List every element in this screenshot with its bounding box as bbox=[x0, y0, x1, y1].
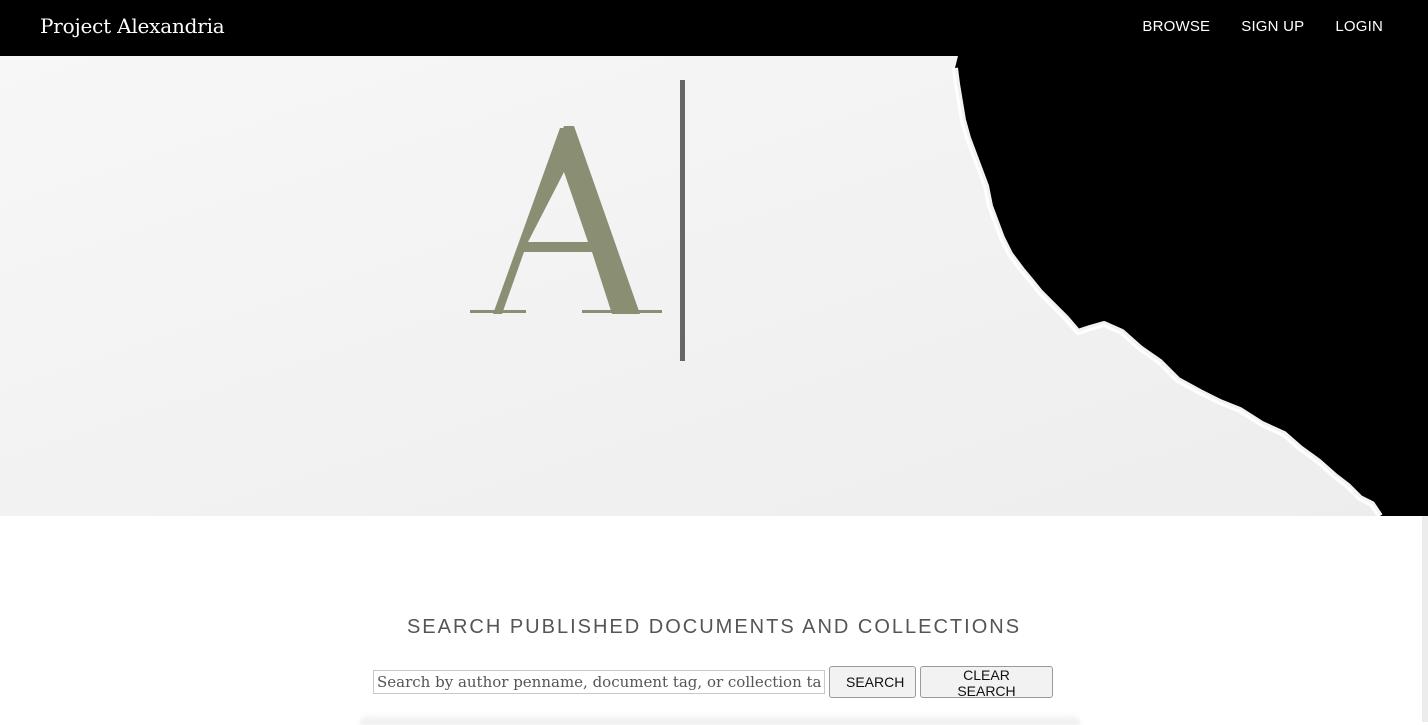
search-form: SEARCH CLEAR SEARCH bbox=[373, 666, 1053, 699]
top-navbar: Project Alexandria BROWSE SIGN UP LOGIN bbox=[0, 0, 1428, 56]
text-cursor-bar bbox=[680, 80, 685, 361]
alexandria-a-logo-icon bbox=[470, 126, 662, 314]
hero-banner bbox=[0, 56, 1428, 516]
nav-links: BROWSE SIGN UP LOGIN bbox=[1142, 18, 1383, 35]
results-card-edge bbox=[360, 713, 1080, 725]
search-section: SEARCH PUBLISHED DOCUMENTS AND COLLECTIO… bbox=[0, 516, 1428, 725]
clear-search-button[interactable]: CLEAR SEARCH bbox=[920, 666, 1053, 699]
search-heading: SEARCH PUBLISHED DOCUMENTS AND COLLECTIO… bbox=[406, 616, 1022, 638]
nav-signup-link[interactable]: SIGN UP bbox=[1241, 18, 1304, 35]
torn-paper-background bbox=[0, 56, 1428, 516]
brand-logo-link[interactable]: Project Alexandria bbox=[40, 14, 225, 38]
page-scrollbar[interactable] bbox=[1422, 516, 1428, 722]
search-input[interactable] bbox=[373, 670, 825, 694]
nav-browse-link[interactable]: BROWSE bbox=[1142, 18, 1210, 35]
search-button[interactable]: SEARCH bbox=[829, 666, 916, 698]
nav-login-link[interactable]: LOGIN bbox=[1335, 18, 1383, 35]
